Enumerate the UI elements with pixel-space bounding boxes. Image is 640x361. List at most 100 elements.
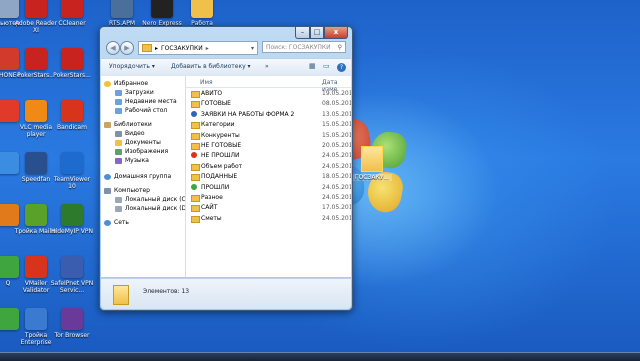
rts-icon	[111, 0, 133, 18]
file-date: 15.05.201	[322, 121, 351, 129]
nav-item-label: Изображения	[125, 148, 169, 155]
file-row[interactable]: Конкуренты 15.05.201	[186, 131, 351, 140]
desktop-icon[interactable]: SafeIPnet VPN Servic...	[50, 256, 94, 294]
desktop-folder-goszakupki[interactable]: ГОСЗАКУ...	[352, 146, 392, 181]
view-options-icon[interactable]: ▦	[309, 62, 316, 70]
desktop-icon[interactable]: Bandicam	[50, 100, 94, 131]
folder-icon	[191, 91, 200, 98]
nav-item[interactable]: Домашняя группа	[104, 172, 171, 181]
file-row[interactable]: Сметы 24.05.201	[186, 214, 351, 223]
file-row[interactable]: ГОТОВЫЕ 08.05.201	[186, 99, 351, 109]
nav-item[interactable]: Локальный диск (C:)	[115, 195, 185, 204]
file-date: 19.05.201	[322, 90, 351, 97]
nav-item[interactable]: Рабочий стол	[115, 106, 167, 115]
homegroup-icon	[104, 173, 111, 180]
nav-item[interactable]: Изображения	[115, 147, 168, 156]
desktop-icon[interactable]: TeamViewer 10	[50, 152, 94, 190]
search-input[interactable]: Поиск: ГОСЗАКУПКИ ⚲	[262, 41, 346, 53]
preview-pane-icon[interactable]: ▭	[323, 62, 330, 70]
nav-item-label: Рабочий стол	[125, 107, 168, 114]
star-icon	[104, 80, 111, 87]
downloads-icon	[115, 89, 122, 96]
ccleaner-icon	[61, 0, 83, 18]
desktop-icon-label: SafeIPnet VPN Servic...	[50, 280, 94, 294]
nav-item[interactable]: Сеть	[104, 218, 129, 227]
file-date: 24.05.201	[322, 183, 351, 191]
desktop-icon[interactable]: CCleaner	[50, 0, 94, 27]
forward-button[interactable]: ▶	[120, 41, 134, 55]
command-bar: Упорядочить ▾ Добавить в библиотеку ▾ » …	[101, 58, 351, 77]
nav-item-label: Музыка	[125, 157, 149, 164]
close-button[interactable]: x	[324, 27, 348, 39]
search-placeholder: Поиск: ГОСЗАКУПКИ	[266, 44, 331, 51]
more-commands-button[interactable]: »	[265, 63, 269, 70]
desktop-icon[interactable]: PokerStars...	[50, 48, 94, 79]
file-name: Объем работ	[201, 162, 243, 170]
file-row[interactable]: НЕ ГОТОВЫЕ 20.05.201	[186, 141, 351, 150]
organize-button[interactable]: Упорядочить ▾	[109, 63, 155, 70]
file-row[interactable]: Категории 15.05.201	[186, 120, 351, 130]
nav-item[interactable]: Избранное	[104, 79, 148, 88]
file-row[interactable]: ПРОШЛИ 24.05.201	[186, 183, 351, 192]
file-row[interactable]: НЕ ПРОШЛИ 24.05.201	[186, 151, 351, 160]
file-row[interactable]: ЗАЯВКИ НА РАБОТЫ ФОРМА 2 13.05.201	[186, 110, 351, 119]
nav-item[interactable]: Музыка	[115, 156, 149, 165]
file-row[interactable]: АВИТО 19.05.201	[186, 89, 351, 98]
nav-item-label: Недавние места	[125, 98, 177, 105]
vpn-icon	[61, 204, 83, 226]
folder-icon	[142, 44, 152, 52]
desktop-icon-label: Tor Browser	[54, 332, 90, 339]
desktop-icon	[115, 107, 122, 114]
maximize-button[interactable]: □	[310, 27, 324, 39]
desktop-icon[interactable]: Nero Express	[140, 0, 184, 27]
nero-icon	[151, 0, 173, 18]
file-row[interactable]: САЙТ 17.05.201	[186, 203, 351, 213]
file-name: Конкуренты	[201, 131, 240, 139]
help-icon[interactable]: ?	[337, 63, 346, 72]
address-bar[interactable]: ▸ ГОСЗАКУПКИ ▸ ▾	[138, 41, 258, 55]
troika-icon	[25, 308, 47, 330]
network-icon	[104, 219, 111, 226]
file-row[interactable]: Объем работ 24.05.201	[186, 162, 351, 171]
desktop-icon[interactable]: Работа	[180, 0, 224, 27]
minimize-button[interactable]: –	[295, 27, 310, 39]
file-name: НЕ ПРОШЛИ	[201, 152, 240, 160]
file-name: Категории	[201, 121, 235, 129]
file-row[interactable]: Разное 24.05.201	[186, 193, 351, 202]
nav-item-label: Видео	[125, 130, 145, 137]
teamviewer-icon	[61, 152, 83, 174]
nav-item[interactable]: Загрузки	[115, 88, 154, 97]
documents-icon	[115, 139, 122, 146]
folder-icon	[191, 143, 200, 150]
file-name: ПРОШЛИ	[201, 183, 230, 191]
chevron-down-icon[interactable]: ▾	[251, 45, 254, 52]
nav-item[interactable]: Компьютер	[104, 186, 150, 195]
nav-item[interactable]: Локальный диск (D:)	[115, 204, 185, 213]
desktop-icon-label: CCleaner	[58, 20, 86, 27]
column-name[interactable]: Имя	[200, 79, 213, 86]
desktop-icon[interactable]: HideMyIP VPN	[50, 204, 94, 235]
address-path[interactable]: ГОСЗАКУПКИ	[161, 45, 203, 52]
desktop-folder-label: ГОСЗАКУ...	[352, 174, 392, 181]
fan-icon	[25, 152, 47, 174]
file-row[interactable]: ПОДАННЫЕ 18.05.201	[186, 172, 351, 182]
safeip-icon	[61, 256, 83, 278]
nav-item[interactable]: Документы	[115, 138, 161, 147]
desktop-icon[interactable]: Tor Browser	[50, 308, 94, 339]
nav-item[interactable]: Видео	[115, 129, 145, 138]
folder-icon	[191, 195, 200, 202]
computer-icon	[104, 187, 111, 194]
caption-buttons: – □ x	[295, 27, 348, 39]
vlc-icon	[25, 100, 47, 122]
back-button[interactable]: ◀	[106, 41, 120, 55]
nav-item[interactable]: Библиотеки	[104, 120, 152, 129]
folder-icon	[191, 163, 200, 171]
bandicam-icon	[61, 100, 83, 122]
desktop-icon-label: HideMyIP VPN	[51, 228, 93, 235]
drive-icon	[115, 205, 122, 212]
nav-item[interactable]: Недавние места	[115, 97, 177, 106]
file-date: 15.05.201	[322, 131, 351, 139]
desktop-icon[interactable]: RTS.APM	[100, 0, 144, 27]
add-to-library-button[interactable]: Добавить в библиотеку ▾	[171, 63, 251, 70]
column-header: Имя Дата изме	[186, 76, 351, 93]
